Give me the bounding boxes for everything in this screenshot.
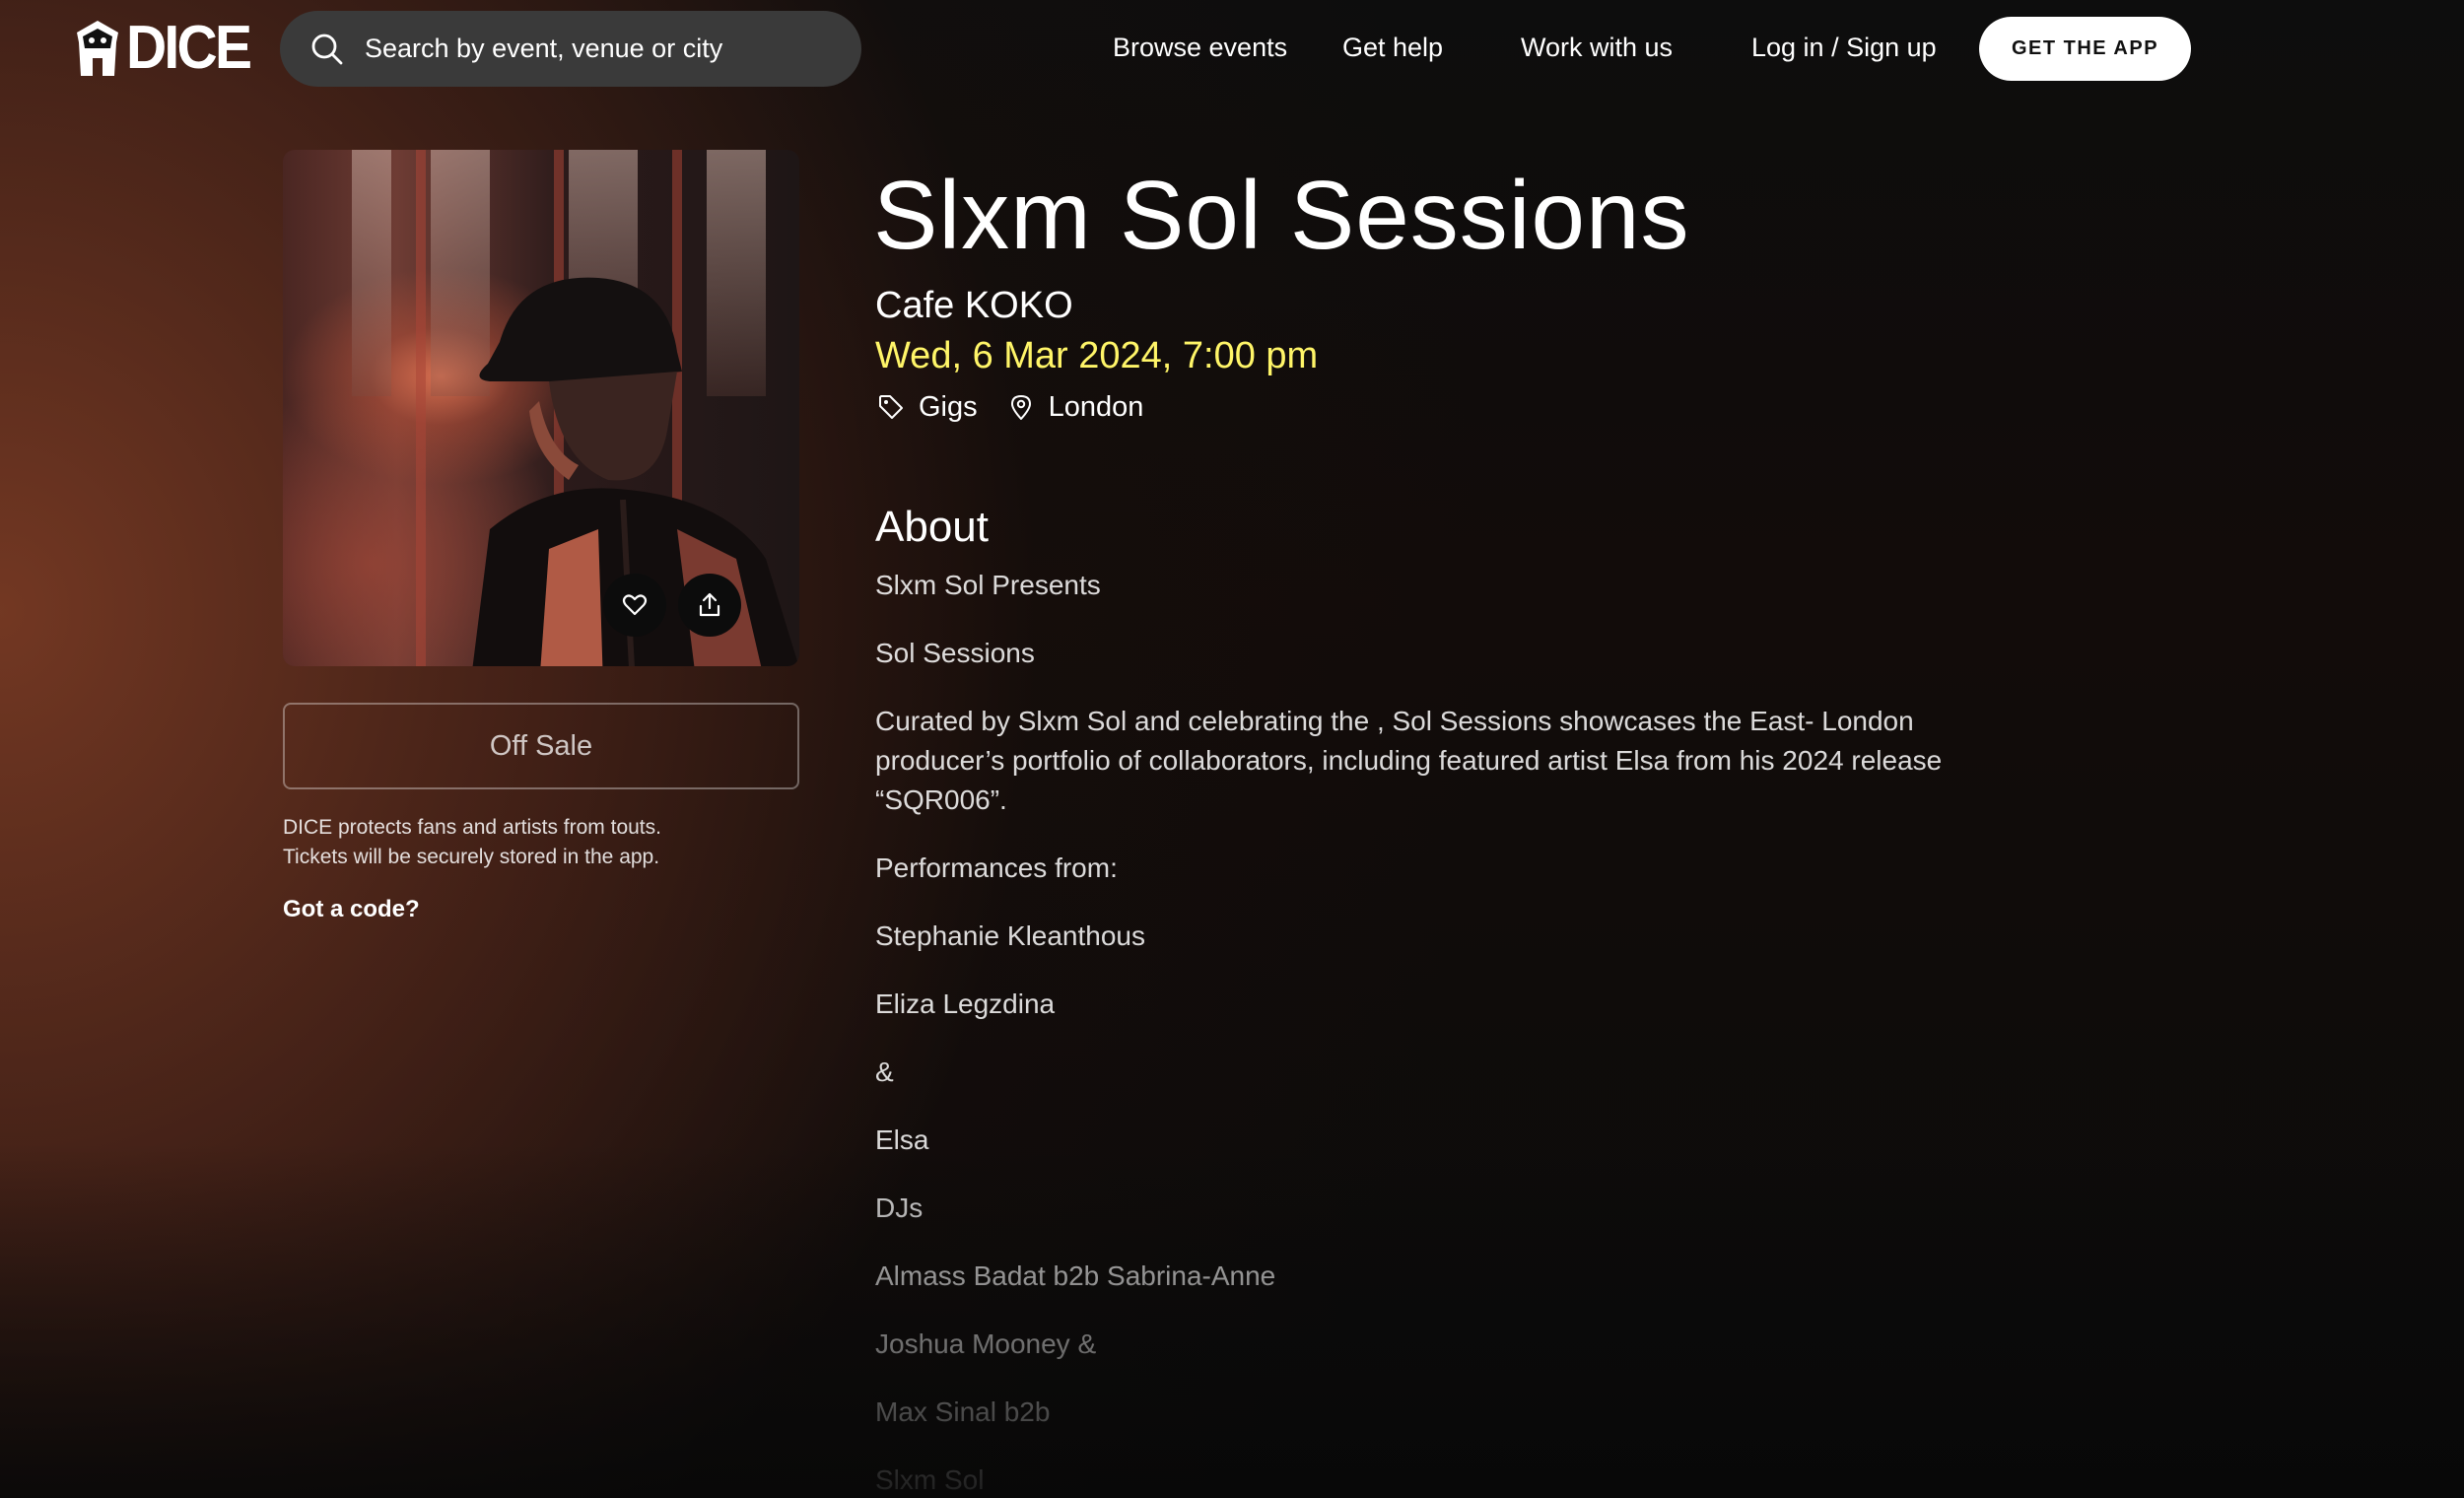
- about-heading: About: [875, 503, 989, 551]
- event-page: DICE Browse events Get help Work with us…: [0, 0, 2464, 1498]
- image-window-pane: [352, 150, 391, 396]
- about-paragraph: Stephanie Kleanthous: [875, 920, 1145, 951]
- dice-logo[interactable]: DICE: [73, 18, 260, 79]
- about-paragraph: Slxm Sol Presents: [875, 570, 1101, 600]
- location-tag[interactable]: London: [1007, 387, 1144, 427]
- event-venue[interactable]: Cafe KOKO: [875, 282, 1073, 329]
- nav-get-help[interactable]: Get help: [1342, 30, 1443, 65]
- about-paragraph: Almass Badat b2b Sabrina-Anne: [875, 1260, 1276, 1291]
- about-description: Slxm Sol Presents Sol Sessions Curated b…: [875, 566, 2019, 1498]
- location-label: London: [1048, 391, 1144, 423]
- about-paragraph: Joshua Mooney &: [875, 1328, 1097, 1359]
- nav-browse-events[interactable]: Browse events: [1113, 30, 1287, 65]
- brand-wordmark: DICE: [126, 14, 252, 82]
- about-paragraph: Slxm Sol: [875, 1464, 985, 1495]
- dice-mascot-icon: [77, 21, 118, 76]
- about-paragraph: Sol Sessions: [875, 638, 1035, 668]
- favorite-button[interactable]: [603, 574, 666, 637]
- share-icon: [699, 592, 720, 617]
- about-paragraph: Max Sinal b2b: [875, 1396, 1051, 1427]
- ticket-protection-note: DICE protects fans and artists from tout…: [283, 813, 799, 872]
- about-paragraph: &: [875, 1056, 894, 1087]
- about-paragraph: Elsa: [875, 1124, 929, 1155]
- share-button[interactable]: [678, 574, 741, 637]
- about-paragraph: Curated by Slxm Sol and celebrating the …: [875, 706, 1943, 815]
- ticket-status-button[interactable]: Off Sale: [283, 703, 799, 789]
- location-pin-icon: [1010, 395, 1031, 420]
- nav-work-with-us[interactable]: Work with us: [1521, 30, 1673, 65]
- image-window-frame: [416, 150, 426, 666]
- category-label: Gigs: [919, 391, 978, 423]
- protection-line: Tickets will be securely stored in the a…: [283, 846, 660, 868]
- tag-icon: [879, 395, 903, 419]
- event-datetime: Wed, 6 Mar 2024, 7:00 pm: [875, 335, 1319, 376]
- search-icon: [311, 34, 343, 64]
- got-a-code-link[interactable]: Got a code?: [283, 896, 420, 923]
- category-tag[interactable]: Gigs: [877, 387, 978, 427]
- heart-icon: [622, 594, 648, 616]
- search-bar[interactable]: [280, 11, 861, 87]
- about-paragraph: DJs: [875, 1192, 924, 1223]
- event-tags: Gigs London: [877, 387, 1173, 427]
- get-the-app-button[interactable]: GET THE APP: [1979, 17, 2191, 81]
- event-title: Slxm Sol Sessions: [873, 161, 1690, 269]
- search-input[interactable]: [363, 33, 859, 65]
- nav-login-signup[interactable]: Log in / Sign up: [1751, 30, 1937, 65]
- about-paragraph: Eliza Legzdina: [875, 988, 1056, 1019]
- event-image: [283, 150, 799, 666]
- protection-line: DICE protects fans and artists from tout…: [283, 816, 661, 839]
- about-paragraph: Performances from:: [875, 852, 1118, 883]
- top-navigation: DICE Browse events Get help Work with us…: [0, 0, 2464, 97]
